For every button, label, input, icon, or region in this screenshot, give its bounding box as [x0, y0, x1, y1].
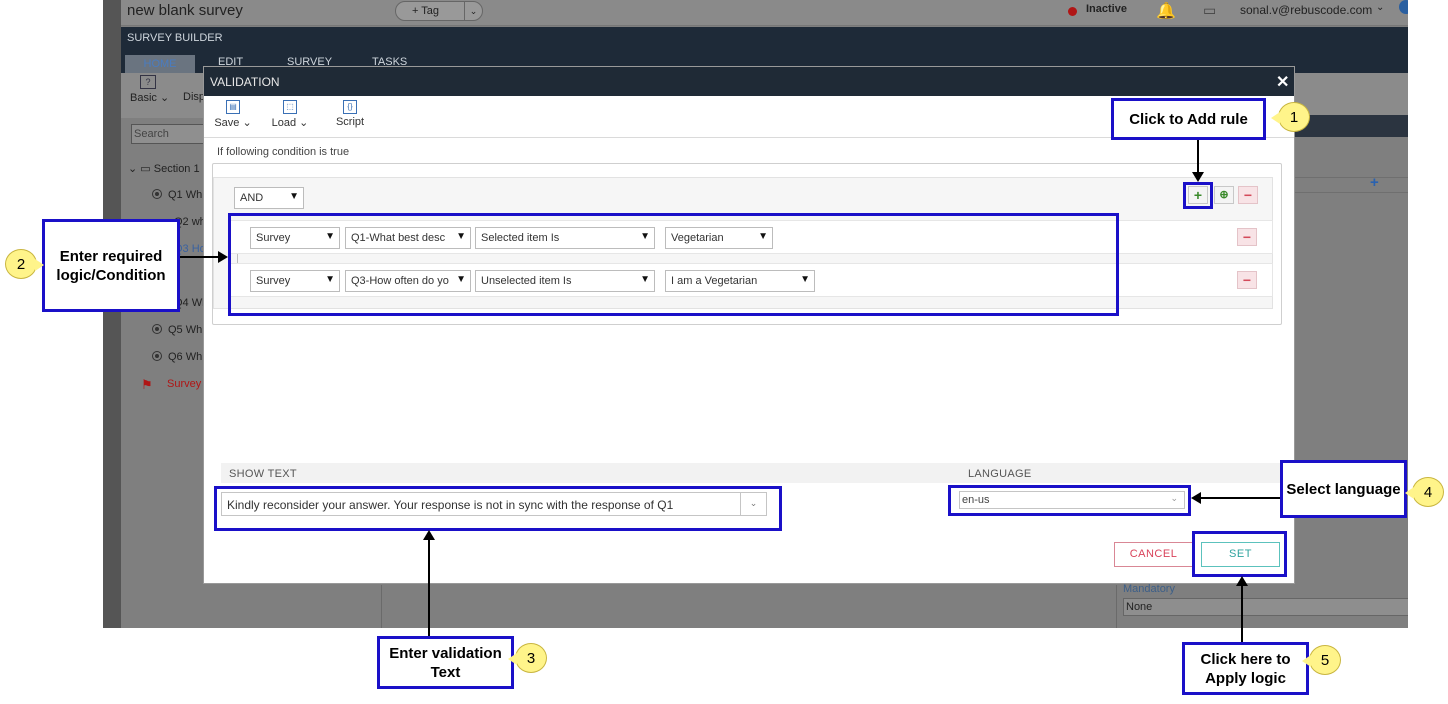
annotation-arrowhead	[218, 251, 228, 263]
tree-item-survey[interactable]: Survey	[167, 378, 201, 390]
add-group-button[interactable]: ⊕	[1214, 186, 1234, 204]
left-strip	[103, 0, 121, 628]
script-button[interactable]: {} Script	[332, 100, 368, 128]
ribbon-basic[interactable]: Basic ⌄	[130, 91, 169, 104]
divider	[381, 585, 382, 628]
mandatory-label: Mandatory	[1123, 583, 1175, 595]
operator-select[interactable]: AND ▼	[234, 187, 304, 209]
remove-rule-button[interactable]: −	[1237, 271, 1257, 289]
builder-bar: SURVEY BUILDER	[121, 27, 1408, 51]
tree-item-q1[interactable]: Q1 Wh	[152, 189, 202, 201]
top-bar: new blank survey + Tag ⌄ Inactive 🔔 ▭ so…	[103, 0, 1408, 26]
show-text-label: SHOW TEXT	[229, 468, 297, 480]
close-icon[interactable]: ✕	[1276, 72, 1289, 92]
annotation-badge-5: 5	[1302, 645, 1341, 675]
modal-title: VALIDATION	[210, 75, 280, 89]
annotation-badge-1: 1	[1271, 102, 1310, 132]
annotation-arrowhead	[1236, 576, 1248, 586]
annotation-language: Select language	[1280, 460, 1407, 518]
save-icon: ▤	[226, 100, 240, 114]
load-button[interactable]: ⬚ Load ⌄	[270, 100, 310, 129]
builder-label: SURVEY BUILDER	[127, 32, 223, 44]
remove-group-button[interactable]: −	[1238, 186, 1258, 204]
annotation-arrow	[1200, 497, 1282, 499]
annotation-badge-2: 2	[5, 249, 44, 279]
tree-item-q6[interactable]: Q6 Wh	[152, 351, 202, 363]
screenshot: new blank survey + Tag ⌄ Inactive 🔔 ▭ so…	[0, 0, 1448, 704]
tag-label: + Tag	[412, 5, 440, 17]
cancel-button[interactable]: CANCEL	[1114, 542, 1193, 567]
radio-icon	[152, 324, 162, 334]
mandatory-select[interactable]: None	[1123, 598, 1408, 616]
annotation-logic: Enter required logic/Condition	[42, 219, 180, 312]
add-icon[interactable]: +	[1370, 174, 1379, 191]
tag-button[interactable]: + Tag ⌄	[395, 1, 483, 21]
question-icon: ?	[140, 75, 156, 89]
user-email[interactable]: sonal.v@rebuscode.com	[1240, 3, 1372, 17]
condition-label: If following condition is true	[217, 146, 350, 158]
chevron-down-icon[interactable]: ⌄	[1376, 2, 1384, 13]
status-badge[interactable]: Inactive	[1086, 3, 1127, 15]
annotation-arrowhead	[423, 530, 435, 540]
radio-icon	[152, 351, 162, 361]
save-button[interactable]: ▤ Save ⌄	[214, 100, 252, 129]
annotation-arrow	[180, 256, 220, 258]
avatar[interactable]	[1399, 0, 1408, 14]
survey-title: new blank survey	[127, 2, 243, 19]
radio-icon	[152, 189, 162, 199]
annotation-badge-4: 4	[1405, 477, 1444, 507]
ribbon-display[interactable]: Disp	[183, 91, 205, 103]
annotation-arrowhead	[1192, 172, 1204, 182]
chevron-down-icon[interactable]: ⌄	[464, 2, 482, 20]
remove-rule-button[interactable]: −	[1237, 228, 1257, 246]
annotation-arrow	[1197, 140, 1199, 174]
status-dot-icon	[1068, 7, 1077, 16]
annotation-highlight-language	[948, 485, 1191, 516]
load-icon: ⬚	[283, 100, 297, 114]
bell-icon[interactable]: 🔔	[1156, 1, 1176, 21]
annotation-arrowhead	[1191, 492, 1201, 504]
tab-home[interactable]: HOME	[125, 55, 195, 73]
annotation-highlight-rules	[228, 213, 1119, 316]
script-icon: {}	[343, 100, 357, 114]
search-input[interactable]: Search	[131, 124, 211, 144]
annotation-validation-text: Enter validation Text	[377, 636, 514, 689]
annotation-arrow	[1241, 585, 1243, 643]
annotation-highlight-add	[1183, 182, 1213, 209]
tree-item-q5[interactable]: Q5 Wh	[152, 324, 202, 336]
annotation-arrow	[428, 539, 430, 637]
modal-header: VALIDATION ✕	[204, 67, 1294, 96]
language-label: LANGUAGE	[968, 468, 1032, 480]
caret-down-icon: ▼	[289, 191, 299, 202]
annotation-apply-logic: Click here to Apply logic	[1182, 642, 1309, 695]
show-text-header: SHOW TEXT LANGUAGE	[221, 463, 1291, 483]
annotation-highlight-text	[214, 486, 782, 531]
tree-section[interactable]: ⌄ ▭ Section 1	[128, 162, 200, 175]
tray-icon[interactable]: ▭	[1203, 2, 1216, 19]
flag-icon: ⚑	[141, 377, 153, 392]
divider	[1116, 585, 1117, 628]
annotation-badge-3: 3	[508, 643, 547, 673]
annotation-highlight-set	[1192, 531, 1287, 577]
annotation-add-rule: Click to Add rule	[1111, 98, 1266, 140]
